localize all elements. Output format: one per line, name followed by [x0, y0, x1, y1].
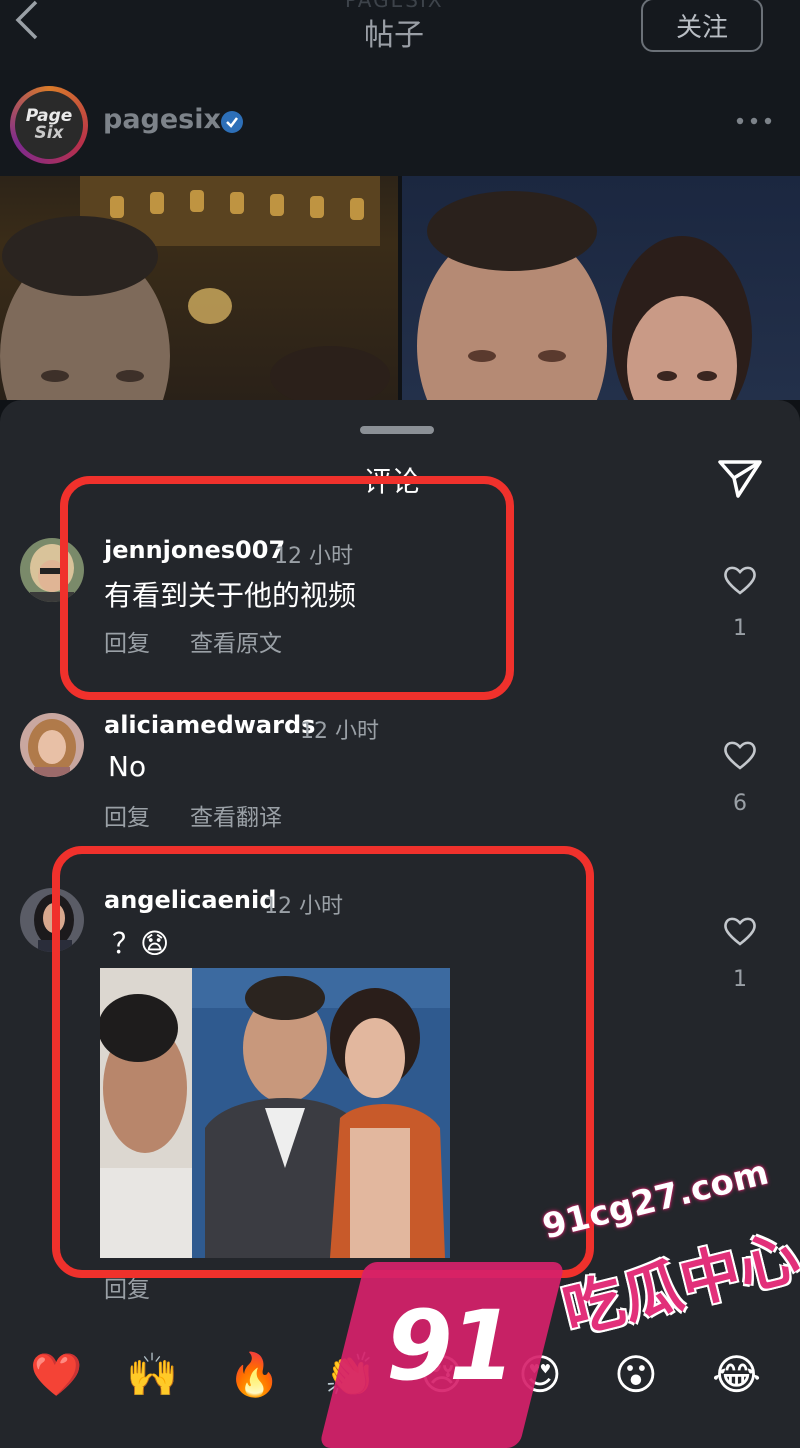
heart-icon[interactable] [723, 565, 757, 595]
share-send-icon[interactable] [716, 456, 764, 500]
like-count: 1 [733, 616, 747, 641]
highlight-box [60, 476, 514, 700]
like-count: 6 [733, 791, 747, 816]
comment-text: No [108, 750, 147, 783]
comment-username[interactable]: aliciamedwards [104, 711, 315, 739]
highlight-box [52, 846, 594, 1278]
like-count: 1 [733, 967, 747, 992]
more-options-icon[interactable] [736, 117, 772, 125]
watermark-number: 91 [386, 1290, 516, 1402]
commenter-avatar[interactable] [20, 713, 84, 777]
heart-icon[interactable] [723, 916, 757, 946]
emoji-heart-button[interactable]: ❤️ [30, 1350, 82, 1400]
post-image-right[interactable] [402, 176, 800, 400]
avatar[interactable]: Page Six [15, 91, 83, 159]
emoji-fire-button[interactable]: 🔥 [228, 1350, 280, 1400]
reply-button[interactable]: 回复 [104, 798, 150, 832]
logo-text: Six [34, 123, 64, 143]
post-image-left[interactable] [0, 176, 398, 400]
post-username[interactable]: pagesix [103, 104, 221, 135]
emoji-surprised-button[interactable]: 😮 [614, 1350, 658, 1399]
emoji-laughing-button[interactable]: 😂 [712, 1350, 761, 1399]
drag-handle[interactable] [360, 426, 434, 434]
page-title: 帖子 [364, 18, 424, 53]
back-arrow-icon[interactable] [14, 0, 40, 40]
verified-badge-icon [221, 111, 243, 133]
see-translation-button[interactable]: 查看翻译 [190, 798, 282, 832]
heart-icon[interactable] [723, 740, 757, 770]
follow-button[interactable]: 关注 [641, 0, 763, 52]
comment-time: 12 小时 [300, 719, 379, 744]
emoji-raised-hands-button[interactable]: 🙌 [126, 1350, 178, 1400]
